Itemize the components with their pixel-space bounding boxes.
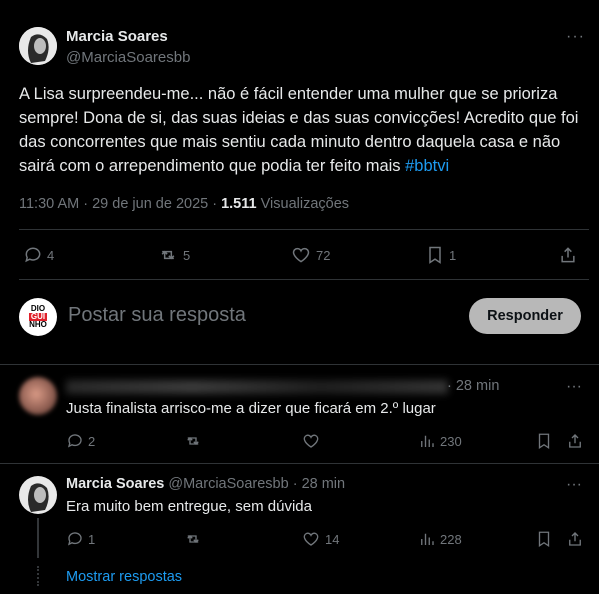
reply-count: 4: [47, 247, 55, 263]
bookmark-button[interactable]: [535, 530, 553, 548]
thread-line: [37, 518, 39, 558]
reply-header: Marcia Soares @MarciaSoaresbb · 28 min: [66, 476, 345, 492]
divider: [19, 279, 589, 280]
reply-icon: [67, 532, 82, 546]
like-button[interactable]: 14: [301, 530, 339, 548]
reply-icon: [25, 247, 41, 263]
post-time[interactable]: 11:30 AM: [19, 196, 79, 212]
repost-icon: [187, 437, 199, 445]
author-name[interactable]: Marcia Soares: [66, 476, 164, 492]
share-icon: [561, 247, 575, 263]
like-button[interactable]: [301, 432, 321, 450]
views-count: 228: [440, 531, 462, 547]
repost-button[interactable]: [183, 530, 203, 548]
views-label: Visualizações: [260, 196, 350, 212]
bookmark-icon: [538, 433, 550, 450]
divider: [0, 364, 599, 365]
reply-text: Era muito bem entregue, sem dúvida: [66, 498, 312, 515]
share-button[interactable]: [558, 245, 578, 265]
thread-dots: [37, 566, 41, 586]
reply-submit-button[interactable]: Responder: [469, 298, 581, 334]
reply-time[interactable]: · 28 min: [447, 378, 499, 394]
bookmark-count: 1: [449, 247, 457, 263]
reply-button[interactable]: 4: [23, 245, 54, 265]
more-options-icon[interactable]: ···: [566, 378, 582, 396]
my-avatar[interactable]: DIO GUI NHO: [19, 298, 57, 336]
share-button[interactable]: [566, 432, 584, 450]
repost-button[interactable]: 5: [157, 245, 190, 265]
reply-count: 2: [88, 433, 96, 449]
heart-icon: [303, 532, 319, 546]
author-handle[interactable]: @MarciaSoaresbb: [168, 476, 288, 492]
views-button[interactable]: 228: [418, 530, 462, 548]
blurred-author-name: [66, 380, 448, 394]
reply-icon: [67, 434, 82, 448]
heart-icon: [292, 247, 310, 263]
like-count: 14: [325, 531, 340, 547]
reply-button[interactable]: 1: [66, 530, 95, 548]
repost-icon: [187, 535, 199, 543]
reply-text: Justa finalista arrisco-me a dizer que f…: [66, 400, 436, 417]
share-button[interactable]: [566, 530, 584, 548]
avatar-logo-text: NHO: [29, 320, 47, 329]
repost-button[interactable]: [183, 432, 203, 450]
views-count: 230: [440, 433, 462, 449]
reply-input[interactable]: Postar sua resposta: [68, 304, 246, 327]
reply-button[interactable]: 2: [66, 432, 95, 450]
views-button[interactable]: 230: [418, 432, 462, 450]
more-options-icon[interactable]: ···: [566, 476, 582, 494]
like-count: 72: [316, 247, 331, 263]
divider: [19, 229, 589, 230]
bookmark-button[interactable]: [535, 432, 553, 450]
show-replies-link[interactable]: Mostrar respostas: [66, 569, 182, 585]
repost-icon: [161, 250, 175, 260]
bookmark-icon: [538, 531, 550, 548]
author-name[interactable]: Marcia Soares: [66, 28, 168, 45]
more-options-icon[interactable]: ···: [566, 28, 585, 46]
analytics-icon: [421, 435, 434, 447]
views-count: 1.511: [221, 196, 257, 212]
reply-count: 1: [88, 531, 96, 547]
post-body: A Lisa surpreendeu-me... não é fácil ent…: [19, 85, 579, 175]
like-button[interactable]: 72: [290, 245, 330, 265]
post-metadata: 11:30 AM · 29 de jun de 2025 · 1.511 Vis…: [19, 196, 350, 212]
hashtag-link[interactable]: #bbtvi: [405, 157, 449, 175]
share-icon: [569, 434, 581, 448]
post-date[interactable]: 29 de jun de 2025: [92, 196, 208, 212]
author-handle[interactable]: @MarciaSoaresbb: [66, 49, 190, 66]
repost-count: 5: [183, 247, 191, 263]
post-text: A Lisa surpreendeu-me... não é fácil ent…: [19, 82, 589, 178]
reply-time[interactable]: · 28 min: [293, 476, 345, 492]
analytics-icon: [421, 533, 434, 545]
author-avatar[interactable]: [19, 476, 57, 514]
author-avatar[interactable]: [19, 27, 57, 65]
share-icon: [569, 532, 581, 546]
bookmark-button[interactable]: 1: [425, 245, 456, 265]
bookmark-icon: [429, 246, 441, 264]
heart-icon: [303, 434, 319, 448]
divider: [0, 463, 599, 464]
reply-avatar[interactable]: [19, 377, 57, 415]
